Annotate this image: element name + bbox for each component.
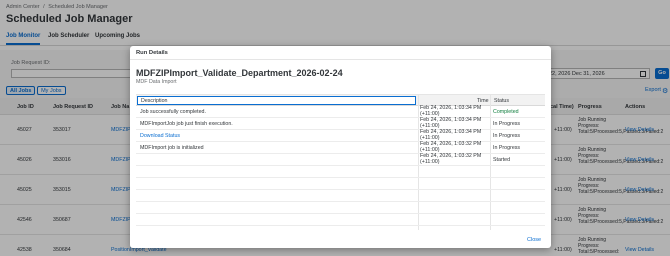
empty-row — [136, 166, 545, 178]
empty-row — [136, 178, 545, 190]
dialog-header-title: Run Details — [136, 50, 168, 56]
dialog-job-title: MDFZIPImport_Validate_Department_2026-02… — [136, 68, 343, 78]
run-details-dialog: Run Details MDFZIPImport_Validate_Depart… — [130, 46, 551, 248]
run-detail-status: Started — [493, 157, 511, 163]
col-description[interactable]: Description — [137, 96, 416, 105]
run-detail-time: Feb 24, 2026, 1:03:32 PM (+11:00) — [420, 141, 482, 153]
run-detail-status: Completed — [493, 109, 519, 115]
run-detail-row: MDFImport job is initialized Feb 24, 202… — [136, 141, 545, 154]
col-time: Time — [477, 98, 489, 104]
run-detail-time: Feb 24, 2026, 1:03:32 PM (+11:00) — [420, 153, 482, 165]
run-detail-time: Feb 24, 2026, 1:03:34 PM (+11:00) — [420, 129, 482, 141]
run-detail-row: Download Status Feb 24, 2026, 1:03:34 PM… — [136, 129, 545, 142]
empty-row — [136, 190, 545, 202]
run-detail-row: Job successfully completed. Feb 24, 2026… — [136, 105, 545, 118]
run-detail-description: MDFImport job is initialized — [140, 145, 204, 151]
run-detail-description: Job successfully completed. — [140, 109, 206, 115]
run-detail-time: Feb 24, 2026, 1:03:34 PM (+11:00) — [420, 117, 482, 129]
dialog-job-subtitle: MDF Data Import — [136, 79, 177, 85]
run-detail-row: MDFImportJob job just finish execution. … — [136, 117, 545, 130]
run-details-header: Description Time Status — [136, 95, 545, 106]
col-status: Status — [494, 98, 510, 104]
empty-row — [136, 214, 545, 226]
empty-row — [136, 202, 545, 214]
dialog-header: Run Details — [130, 46, 551, 60]
run-detail-row: Feb 24, 2026, 1:03:32 PM (+11:00) Starte… — [136, 153, 545, 166]
run-detail-description: MDFImportJob job just finish execution. — [140, 121, 233, 127]
run-detail-time: Feb 24, 2026, 1:03:34 PM (+11:00) — [420, 105, 482, 117]
run-detail-status: In Progress — [493, 145, 521, 151]
run-details-table: Description Time Status Job successfully… — [136, 94, 545, 230]
run-detail-status: In Progress — [493, 121, 521, 127]
download-status-link[interactable]: Download Status — [140, 133, 180, 139]
close-button[interactable]: Close — [527, 237, 541, 243]
run-detail-status: In Progress — [493, 133, 521, 139]
